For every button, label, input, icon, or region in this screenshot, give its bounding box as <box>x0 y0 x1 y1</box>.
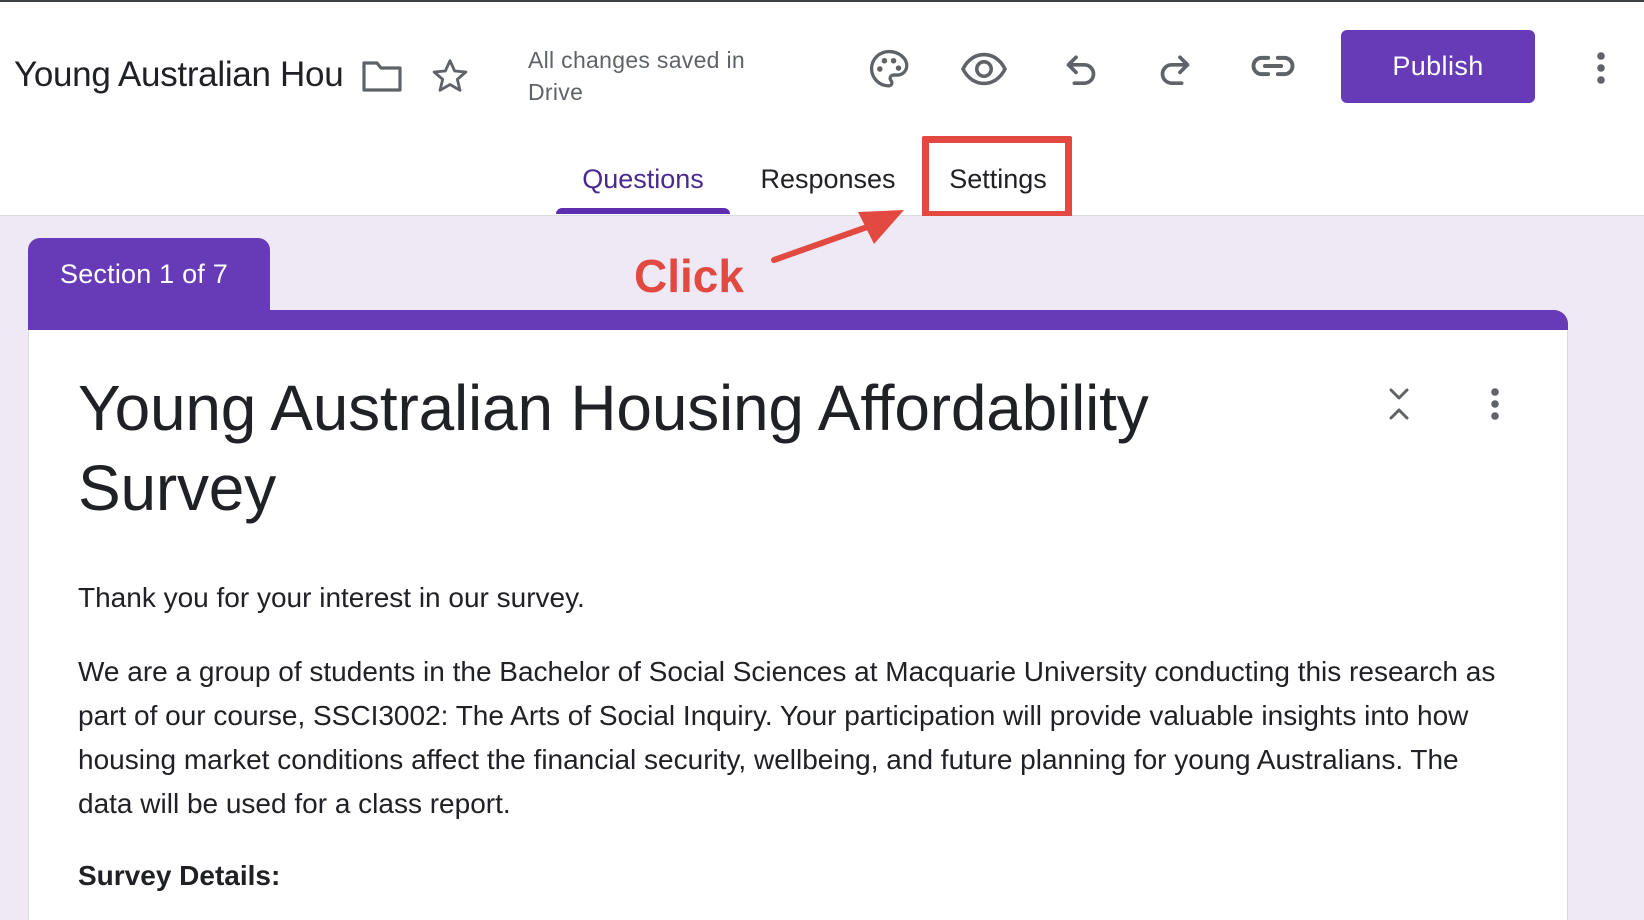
section-label: Section 1 of 7 <box>28 238 270 314</box>
collapse-section-icon[interactable] <box>1384 384 1414 424</box>
tab-questions[interactable]: Questions <box>556 152 730 214</box>
more-vert-icon[interactable] <box>1586 46 1616 90</box>
redo-icon[interactable] <box>1152 46 1198 92</box>
publish-button[interactable]: Publish <box>1341 30 1535 103</box>
save-status-line2: Drive <box>528 79 584 105</box>
palette-icon[interactable] <box>864 44 914 94</box>
document-title[interactable]: Young Australian Hou <box>14 50 346 100</box>
form-title[interactable]: Young Australian Housing Affordability S… <box>78 368 1318 528</box>
folder-icon[interactable] <box>358 56 406 96</box>
form-description-intro[interactable]: Thank you for your interest in our surve… <box>78 576 1498 620</box>
star-icon[interactable] <box>428 54 472 98</box>
settings-highlight-box <box>922 136 1072 218</box>
tab-responses[interactable]: Responses <box>754 152 902 214</box>
undo-icon[interactable] <box>1058 46 1104 92</box>
section-accent-bar <box>28 310 1568 332</box>
survey-details-heading[interactable]: Survey Details: <box>78 856 280 896</box>
save-status-line1: All changes saved in <box>528 47 745 73</box>
save-status: All changes saved in Drive <box>528 44 788 108</box>
link-icon[interactable] <box>1248 46 1298 86</box>
section-more-icon[interactable] <box>1480 384 1510 424</box>
form-description-body[interactable]: We are a group of students in the Bachel… <box>78 650 1498 826</box>
active-tab-indicator <box>556 208 730 214</box>
app-header: Young Australian Hou All changes saved i… <box>0 2 1644 216</box>
eye-icon[interactable] <box>958 44 1010 94</box>
click-annotation-label: Click <box>634 250 744 302</box>
